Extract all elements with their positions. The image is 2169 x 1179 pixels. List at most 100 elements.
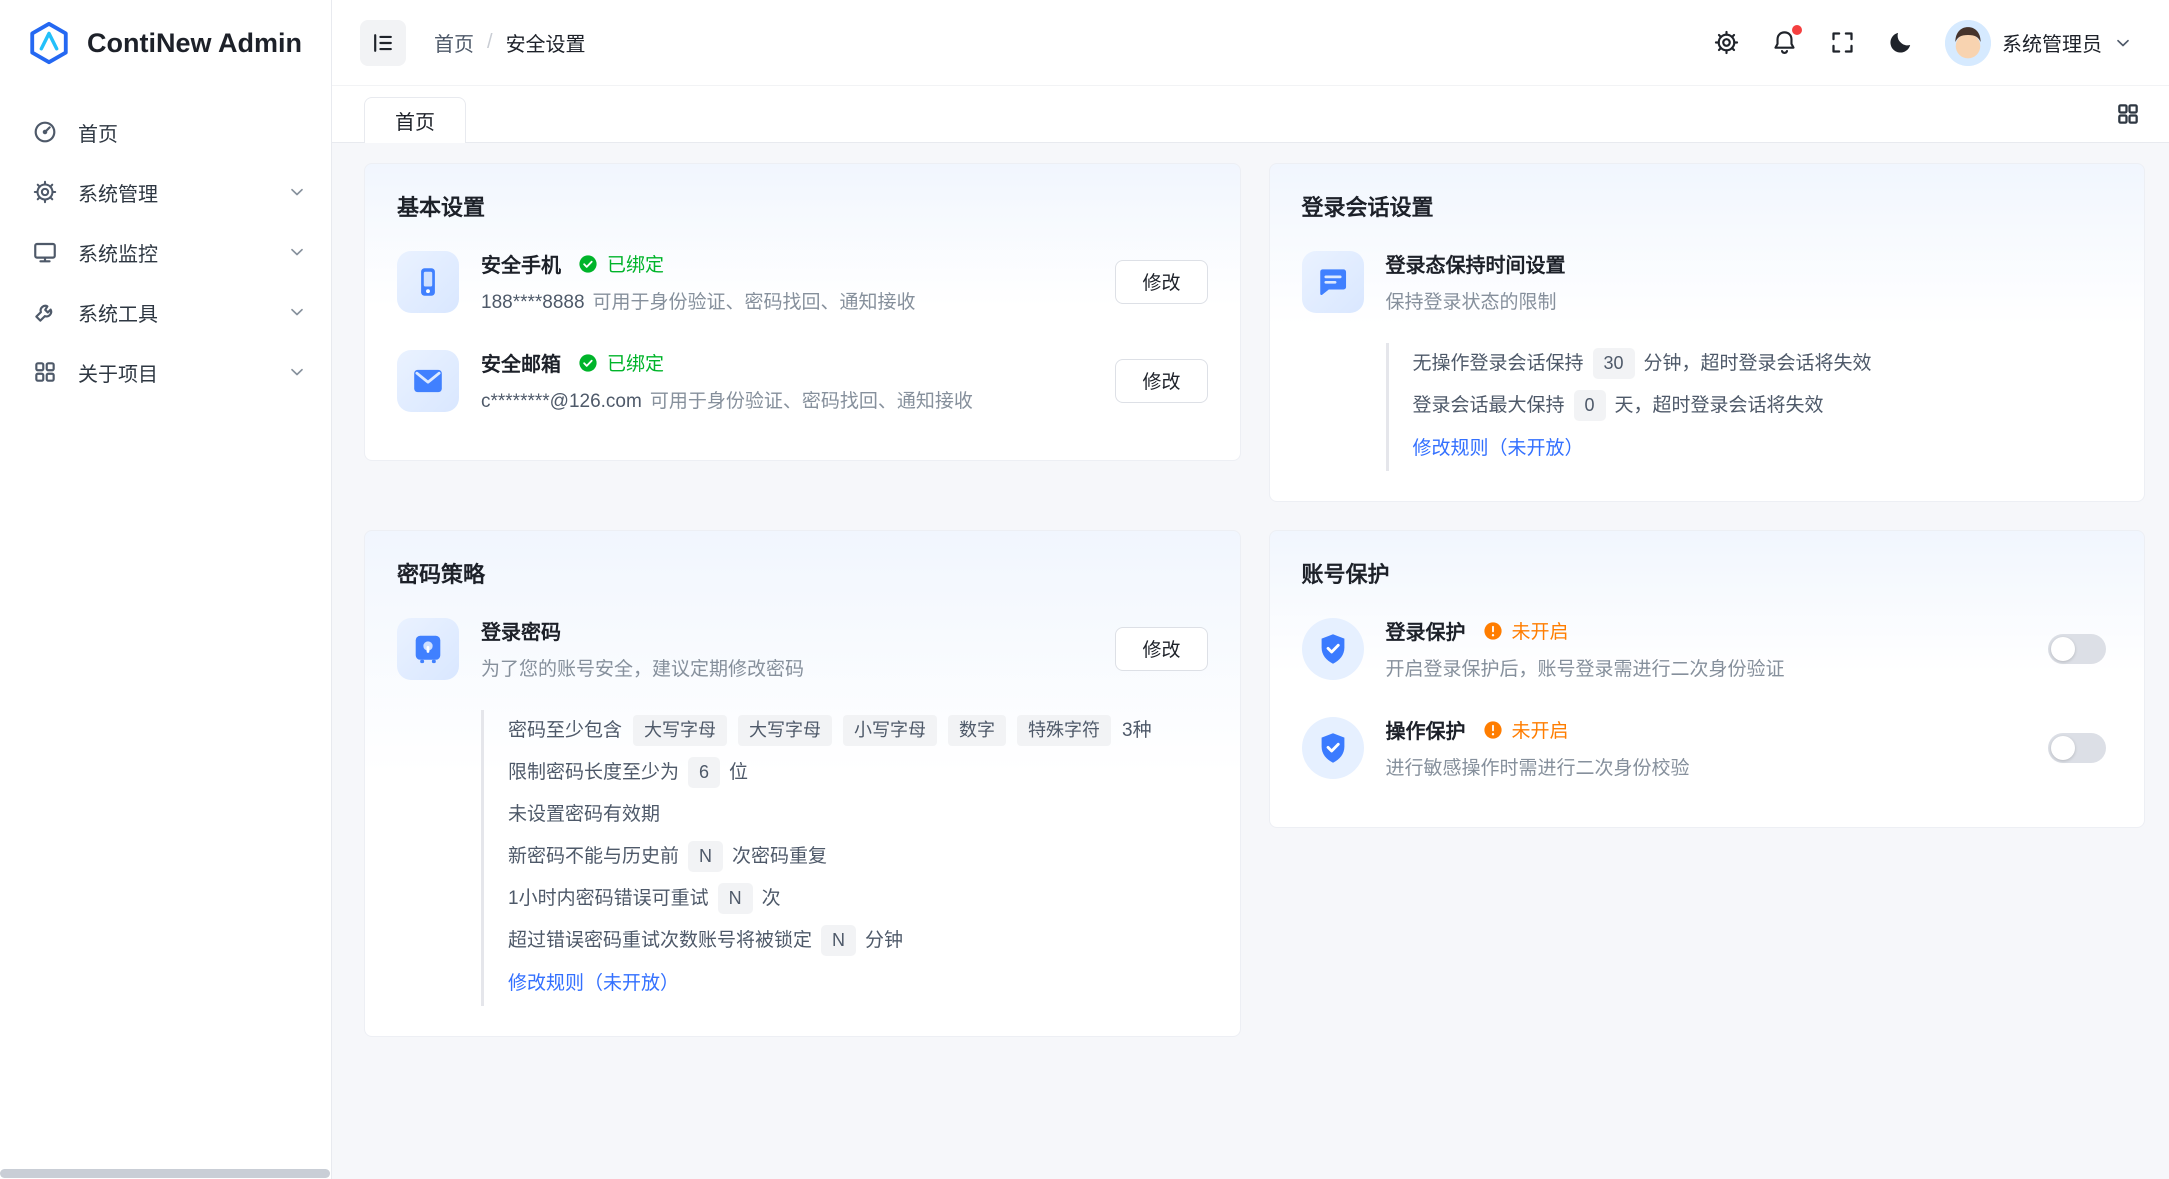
horizontal-scrollbar-thumb[interactable] (0, 1169, 330, 1178)
tab-bar: 首页 (332, 86, 2169, 143)
item-title: 登录密码 (481, 616, 561, 645)
modify-password-rules-link[interactable]: 修改规则（未开放） (508, 962, 679, 1006)
rule-value: 6 (688, 757, 720, 788)
security-phone-info: 安全手机 已绑定 188****8888可用于身份验证、密码找回、通知接收 (481, 249, 1115, 314)
status-badge-bound: 已绑定 (577, 250, 664, 277)
chevron-down-icon (287, 242, 307, 262)
card-title: 账号保护 (1302, 557, 2113, 589)
session-rules: 无操作登录会话保持30分钟，超时登录会话将失效 登录会话最大保持0天，超时登录会… (1386, 343, 2113, 471)
item-title: 登录态保持时间设置 (1386, 249, 1566, 278)
item-description: 为了您的账号安全，建议定期修改密码 (481, 654, 1115, 681)
item-description: 保持登录状态的限制 (1386, 287, 2113, 314)
app-root: ContiNew Admin 首页 系统管理 (0, 0, 2169, 1179)
settings-gear-icon[interactable] (1713, 29, 1740, 56)
sidebar-item-label: 系统工具 (78, 298, 287, 327)
shield-check-icon (1302, 618, 1364, 680)
sidebar-item-label: 关于项目 (78, 358, 287, 387)
card-basic-settings: 基本设置 安全手机 已 (364, 163, 1241, 461)
sidebar: ContiNew Admin 首页 系统管理 (0, 0, 332, 1179)
sidebar-item-about-project[interactable]: 关于项目 (0, 342, 331, 402)
check-circle-icon (577, 352, 599, 374)
sidebar-collapse-button[interactable] (360, 20, 406, 66)
rule-line: 1小时内密码错误可重试N次 (508, 878, 1208, 920)
rule-value: 30 (1593, 348, 1635, 379)
app-title: ContiNew Admin (87, 28, 302, 59)
notification-dot (1792, 25, 1802, 35)
item-title: 安全手机 (481, 249, 561, 278)
sidebar-item-system-tools[interactable]: 系统工具 (0, 282, 331, 342)
status-badge-disabled: 未开启 (1482, 716, 1569, 743)
status-badge-bound: 已绑定 (577, 349, 664, 376)
item-description: 开启登录保护后，账号登录需进行二次身份验证 (1386, 654, 2049, 681)
rule-line: 登录会话最大保持0天，超时登录会话将失效 (1413, 385, 2113, 427)
rule-value: N (821, 925, 856, 956)
dashboard-icon (32, 119, 58, 145)
header-actions: 系统管理员 (1713, 20, 2133, 66)
item-description: c********@126.com可用于身份验证、密码找回、通知接收 (481, 386, 1115, 413)
item-description: 进行敏感操作时需进行二次身份校验 (1386, 753, 2049, 780)
rule-value: N (718, 883, 753, 914)
rule-value: 0 (1574, 390, 1606, 421)
avatar (1945, 20, 1991, 66)
login-password-info: 登录密码 为了您的账号安全，建议定期修改密码 (481, 616, 1115, 681)
app-logo[interactable]: ContiNew Admin (0, 0, 331, 86)
session-keep-info: 登录态保持时间设置 保持登录状态的限制 (1386, 249, 2113, 314)
sidebar-menu: 首页 系统管理 (0, 86, 331, 402)
operation-protection-info: 操作保护 未开启 进行敏感操作时需进行二次身份校验 (1386, 715, 2049, 780)
item-title: 登录保护 (1386, 616, 1466, 645)
tab-actions-grid-icon[interactable] (2115, 101, 2141, 127)
card-title: 登录会话设置 (1302, 190, 2113, 222)
password-safe-icon (397, 618, 459, 680)
user-name: 系统管理员 (2002, 28, 2102, 57)
login-protection-row: 登录保护 未开启 开启登录保护后，账号登录需进行二次身份验证 (1302, 599, 2113, 698)
card-title: 基本设置 (397, 190, 1208, 222)
sidebar-item-system-monitor[interactable]: 系统监控 (0, 222, 331, 282)
security-phone-row: 安全手机 已绑定 188****8888可用于身份验证、密码找回、通知接收 修改 (397, 232, 1208, 331)
char-type-tag: 数字 (948, 715, 1006, 746)
sidebar-item-label: 系统监控 (78, 238, 287, 267)
card-account-protection: 账号保护 登录保护 未开启 (1269, 530, 2146, 828)
main-area: 首页 / 安全设置 (332, 0, 2169, 1179)
dark-mode-moon-icon[interactable] (1887, 29, 1914, 56)
top-header: 首页 / 安全设置 (332, 0, 2169, 86)
breadcrumb-current: 安全设置 (506, 28, 586, 57)
notification-bell-icon[interactable] (1771, 29, 1798, 56)
mail-icon (397, 350, 459, 412)
fullscreen-icon[interactable] (1829, 29, 1856, 56)
wrench-icon (32, 299, 58, 325)
status-badge-disabled: 未开启 (1482, 617, 1569, 644)
session-keep-row: 登录态保持时间设置 保持登录状态的限制 (1302, 232, 2113, 331)
rule-line: 无操作登录会话保持30分钟，超时登录会话将失效 (1413, 343, 2113, 385)
menu-fold-icon (370, 30, 396, 56)
security-email-info: 安全邮箱 已绑定 c********@126.com可用于身份验证、密码找回、通… (481, 348, 1115, 413)
char-type-tag: 小写字母 (843, 715, 937, 746)
security-settings-page: 基本设置 安全手机 已 (332, 143, 2169, 1179)
chevron-down-icon (2113, 33, 2133, 53)
modify-session-rules-link[interactable]: 修改规则（未开放） (1413, 427, 1584, 471)
item-title: 操作保护 (1386, 715, 1466, 744)
card-title: 密码策略 (397, 557, 1208, 589)
rule-line: 未设置密码有效期 (508, 794, 1208, 836)
sidebar-item-home[interactable]: 首页 (0, 102, 331, 162)
rule-line-contains: 密码至少包含大写字母大写字母小写字母数字特殊字符3种 (508, 710, 1208, 752)
login-password-row: 登录密码 为了您的账号安全，建议定期修改密码 修改 (397, 599, 1208, 698)
modify-phone-button[interactable]: 修改 (1115, 260, 1207, 304)
tab-home[interactable]: 首页 (364, 97, 466, 143)
warning-circle-icon (1482, 719, 1504, 741)
modify-email-button[interactable]: 修改 (1115, 359, 1207, 403)
card-session-settings: 登录会话设置 登录态保持时间设置 保持登录状态的限制 (1269, 163, 2146, 502)
modify-password-button[interactable]: 修改 (1115, 627, 1207, 671)
breadcrumb: 首页 / 安全设置 (434, 28, 586, 57)
operation-protection-toggle[interactable] (2048, 733, 2106, 763)
user-menu[interactable]: 系统管理员 (1945, 20, 2133, 66)
operation-protection-row: 操作保护 未开启 进行敏感操作时需进行二次身份校验 (1302, 698, 2113, 797)
sidebar-item-system-management[interactable]: 系统管理 (0, 162, 331, 222)
item-title: 安全邮箱 (481, 348, 561, 377)
rule-value: N (688, 841, 723, 872)
toggle-knob (2051, 736, 2075, 760)
char-type-tag: 特殊字符 (1017, 715, 1111, 746)
login-protection-toggle[interactable] (2048, 634, 2106, 664)
breadcrumb-home[interactable]: 首页 (434, 28, 474, 57)
password-rules: 密码至少包含大写字母大写字母小写字母数字特殊字符3种 限制密码长度至少为6位 未… (481, 710, 1208, 1006)
rule-line: 新密码不能与历史前N次密码重复 (508, 836, 1208, 878)
